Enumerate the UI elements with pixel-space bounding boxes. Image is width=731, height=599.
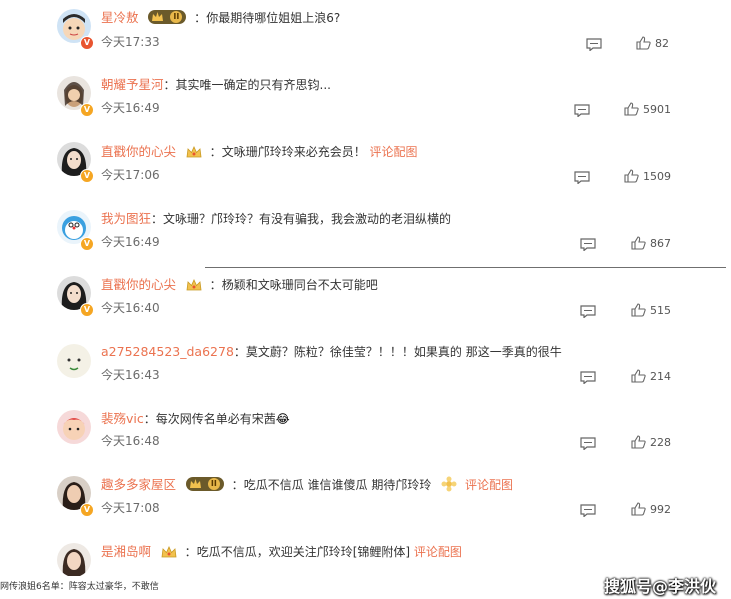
like-button[interactable]: 867 [631, 236, 671, 252]
comment-item: V 星冷敖 II ：你最期待哪位姐姐上浪6? 今天17:33 82 [0, 0, 731, 66]
like-count: 82 [655, 37, 669, 50]
comment-item: V 朝耀予星河：其实唯一确定的只有齐思钧... 今天16:49 5901 [0, 66, 731, 132]
like-button[interactable]: 214 [631, 369, 671, 385]
comment-line: 我为图狂：文咏珊？邝玲玲？有没有骗我，我会激动的老泪纵横的 [101, 211, 452, 226]
like-count: 992 [650, 503, 671, 516]
laughing-emoji-icon: 😂 [275, 412, 290, 426]
thumbs-up-icon [631, 303, 646, 317]
comment-text: 吃瓜不信瓜 谁信谁傻瓜 期待邝玲玲 [243, 478, 432, 492]
comment-icon[interactable] [580, 238, 596, 251]
avatar[interactable] [57, 344, 91, 378]
comment-text: 每次网传名单必有宋茜 [155, 412, 276, 426]
timestamp: 今天16:43 [101, 368, 160, 382]
verified-badge-icon: V [80, 169, 94, 183]
comment-item: V 直戳你的心尖 ：杨颖和文咏珊同台不太可能吧 今天16:40 515 [0, 268, 731, 334]
crown-icon [161, 546, 177, 558]
verified-badge-icon: V [80, 237, 94, 251]
like-button[interactable]: 228 [631, 435, 671, 451]
thumbs-up-icon [631, 435, 646, 449]
like-button[interactable]: 515 [631, 303, 671, 319]
comment-icon[interactable] [574, 104, 590, 117]
username-link[interactable]: 趣多多家屋区 [101, 477, 176, 492]
like-button[interactable]: 5901 [624, 102, 671, 118]
like-count: 228 [650, 436, 671, 449]
comment-item: V 趣多多家屋区 II ：吃瓜不信瓜 谁信谁傻瓜 期待邝玲玲 评论配图 今天17… [0, 466, 731, 536]
comment-item: 裴殇vic：每次网传名单必有宋茜😂 今天16:48 228 [0, 400, 731, 466]
thumbs-up-icon [631, 236, 646, 250]
thumbs-up-icon [624, 102, 639, 116]
level-badge-icon: II [148, 10, 187, 24]
level-badge-icon: II [185, 477, 224, 491]
like-button[interactable]: 82 [636, 36, 669, 52]
like-button[interactable]: 1509 [624, 169, 671, 185]
timestamp: 今天16:40 [101, 301, 160, 315]
username-link[interactable]: a275284523_da6278 [101, 344, 234, 359]
timestamp: 今天16:49 [101, 101, 160, 115]
flower-sticker-icon [441, 476, 457, 492]
timestamp: 今天17:06 [101, 168, 160, 182]
comment-icon[interactable] [586, 38, 602, 51]
comment-text: 杨颖和文咏珊同台不太可能吧 [221, 278, 378, 292]
thumbs-up-icon [631, 502, 646, 516]
comment-line: 朝耀予星河：其实唯一确定的只有齐思钧... [101, 77, 331, 92]
comment-line: 是湘岛啊 ：吃瓜不信瓜，欢迎关注邝玲玲[锦鲤附体] 评论配图 [101, 544, 462, 559]
comment-icon[interactable] [580, 305, 596, 318]
verified-badge-icon: V [80, 503, 94, 517]
username-link[interactable]: 直戳你的心尖 [101, 277, 176, 292]
comment-line: 裴殇vic：每次网传名单必有宋茜😂 [101, 411, 290, 426]
comment-line: 趣多多家屋区 II ：吃瓜不信瓜 谁信谁傻瓜 期待邝玲玲 评论配图 [101, 476, 513, 492]
image-link[interactable]: 评论配图 [370, 145, 418, 159]
username-link[interactable]: 直戳你的心尖 [101, 144, 176, 159]
image-caption: 网传浪姐6名单：阵容太过豪华，不敢信 [0, 582, 159, 592]
thumbs-up-icon [624, 169, 639, 183]
username-link[interactable]: 裴殇vic [101, 411, 144, 426]
watermark: 搜狐号@李洪伙 [604, 577, 717, 596]
verified-badge-icon: V [80, 303, 94, 317]
like-count: 1509 [643, 170, 671, 183]
verified-badge-icon: V [80, 36, 94, 50]
image-link[interactable]: 评论配图 [465, 478, 513, 492]
crown-icon [186, 279, 202, 291]
comment-text: 你最期待哪位姐姐上浪6? [206, 11, 341, 25]
avatar[interactable] [57, 410, 91, 444]
comment-icon[interactable] [574, 171, 590, 184]
comment-icon[interactable] [580, 504, 596, 517]
thumbs-up-icon [631, 369, 646, 383]
comment-line: 星冷敖 II ：你最期待哪位姐姐上浪6? [101, 10, 341, 25]
comment-text: 莫文蔚？陈粒？徐佳莹？！！！如果真的 那这一季真的很牛 [245, 345, 562, 359]
thumbs-up-icon [636, 36, 651, 50]
username-link[interactable]: 朝耀予星河 [101, 77, 164, 92]
avatar[interactable] [57, 543, 91, 576]
comment-text: 其实唯一确定的只有齐思钧... [175, 78, 331, 92]
timestamp: 今天17:08 [101, 501, 160, 515]
crown-icon [186, 146, 202, 158]
comment-item: a275284523_da6278：莫文蔚？陈粒？徐佳莹？！！！如果真的 那这一… [0, 334, 731, 400]
timestamp: 今天16:48 [101, 434, 160, 448]
like-count: 515 [650, 304, 671, 317]
comment-item: 是湘岛啊 ：吃瓜不信瓜，欢迎关注邝玲玲[锦鲤附体] 评论配图 [0, 536, 731, 576]
comment-text: 文咏珊？邝玲玲？有没有骗我，我会激动的老泪纵横的 [163, 212, 452, 226]
comment-text: 文咏珊邝玲玲来必充会员！ [221, 145, 366, 159]
comment-text: 吃瓜不信瓜，欢迎关注邝玲玲[锦鲤附体] [196, 545, 411, 559]
comment-item: V 我为图狂：文咏珊？邝玲玲？有没有骗我，我会激动的老泪纵横的 今天16:49 … [0, 200, 731, 266]
image-link[interactable]: 评论配图 [414, 545, 462, 559]
comment-icon[interactable] [580, 371, 596, 384]
verified-badge-icon: V [80, 103, 94, 117]
username-link[interactable]: 星冷敖 [101, 10, 139, 25]
like-count: 214 [650, 370, 671, 383]
username-link[interactable]: 是湘岛啊 [101, 544, 151, 559]
comment-line: a275284523_da6278：莫文蔚？陈粒？徐佳莹？！！！如果真的 那这一… [101, 344, 562, 359]
like-count: 867 [650, 237, 671, 250]
like-button[interactable]: 992 [631, 502, 671, 518]
comment-icon[interactable] [580, 437, 596, 450]
like-count: 5901 [643, 103, 671, 116]
timestamp: 今天17:33 [101, 35, 160, 49]
username-link[interactable]: 我为图狂 [101, 211, 151, 226]
comment-line: 直戳你的心尖 ：杨颖和文咏珊同台不太可能吧 [101, 277, 378, 292]
comment-item: V 直戳你的心尖 ：文咏珊邝玲玲来必充会员！ 评论配图 今天17:06 1509 [0, 132, 731, 200]
comment-line: 直戳你的心尖 ：文咏珊邝玲玲来必充会员！ 评论配图 [101, 144, 418, 159]
timestamp: 今天16:49 [101, 235, 160, 249]
